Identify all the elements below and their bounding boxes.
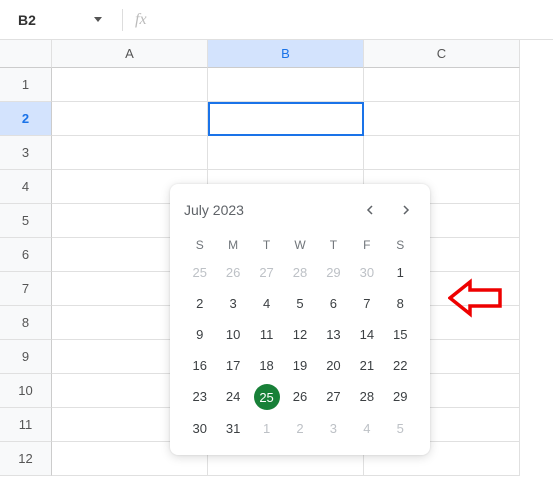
arrow-left-icon <box>448 276 508 320</box>
date-picker-day[interactable]: 22 <box>385 351 416 380</box>
cell[interactable] <box>364 68 520 102</box>
date-picker-title: July 2023 <box>184 202 244 218</box>
row-header[interactable]: 5 <box>0 204 52 238</box>
cell[interactable] <box>52 68 208 102</box>
row-header[interactable]: 2 <box>0 102 52 136</box>
date-picker-day[interactable]: 18 <box>251 351 282 380</box>
date-picker-day[interactable]: 2 <box>284 414 315 443</box>
cell[interactable] <box>364 102 520 136</box>
date-picker-day[interactable]: 25 <box>184 258 215 287</box>
date-picker-grid: SMTWTFS252627282930123456789101112131415… <box>184 234 416 443</box>
date-picker-day[interactable]: 5 <box>284 289 315 318</box>
column-header[interactable]: C <box>364 40 520 68</box>
grid-row: 2 <box>0 102 553 136</box>
row-header[interactable]: 7 <box>0 272 52 306</box>
date-picker-day[interactable]: 21 <box>351 351 382 380</box>
date-picker-day[interactable]: 10 <box>217 320 248 349</box>
day-of-week-label: M <box>217 234 248 256</box>
cell[interactable] <box>208 136 364 170</box>
column-header[interactable]: A <box>52 40 208 68</box>
date-picker-day[interactable]: 13 <box>318 320 349 349</box>
date-picker-day[interactable]: 31 <box>217 414 248 443</box>
date-picker-day[interactable]: 30 <box>351 258 382 287</box>
row-header[interactable]: 8 <box>0 306 52 340</box>
select-all-corner[interactable] <box>0 40 52 68</box>
date-picker: July 2023 SMTWTFS25262728293012345678910… <box>170 184 430 455</box>
day-of-week-label: S <box>385 234 416 256</box>
next-month-button[interactable] <box>396 200 416 220</box>
cell-reference-box[interactable]: B2 <box>10 8 110 32</box>
formula-toolbar: B2 fx <box>0 0 553 40</box>
row-header[interactable]: 1 <box>0 68 52 102</box>
day-of-week-label: W <box>284 234 315 256</box>
date-picker-day[interactable]: 8 <box>385 289 416 318</box>
day-of-week-label: T <box>251 234 282 256</box>
date-picker-day[interactable]: 1 <box>385 258 416 287</box>
day-of-week-label: F <box>351 234 382 256</box>
date-picker-day[interactable]: 26 <box>217 258 248 287</box>
row-header[interactable]: 4 <box>0 170 52 204</box>
date-picker-day[interactable]: 28 <box>284 258 315 287</box>
day-of-week-label: S <box>184 234 215 256</box>
date-picker-day[interactable]: 4 <box>251 289 282 318</box>
date-picker-day[interactable]: 4 <box>351 414 382 443</box>
date-picker-day[interactable]: 26 <box>284 382 315 412</box>
cell[interactable] <box>52 102 208 136</box>
date-picker-day[interactable]: 24 <box>217 382 248 412</box>
date-picker-day[interactable]: 28 <box>351 382 382 412</box>
date-picker-day[interactable]: 6 <box>318 289 349 318</box>
date-picker-day[interactable]: 11 <box>251 320 282 349</box>
date-picker-day[interactable]: 12 <box>284 320 315 349</box>
day-of-week-label: T <box>318 234 349 256</box>
date-picker-day-today[interactable]: 25 <box>254 384 280 410</box>
grid-row: 1 <box>0 68 553 102</box>
date-picker-day[interactable]: 20 <box>318 351 349 380</box>
row-header[interactable]: 12 <box>0 442 52 476</box>
cell[interactable] <box>208 68 364 102</box>
cell[interactable] <box>52 136 208 170</box>
chevron-down-icon[interactable] <box>94 17 102 22</box>
divider <box>122 9 123 31</box>
date-picker-day[interactable]: 7 <box>351 289 382 318</box>
date-picker-nav <box>360 200 416 220</box>
row-header[interactable]: 11 <box>0 408 52 442</box>
column-header[interactable]: B <box>208 40 364 68</box>
row-header[interactable]: 9 <box>0 340 52 374</box>
date-picker-day[interactable]: 19 <box>284 351 315 380</box>
date-picker-day[interactable]: 3 <box>217 289 248 318</box>
selected-cell[interactable] <box>208 102 364 136</box>
date-picker-day[interactable]: 3 <box>318 414 349 443</box>
date-picker-day[interactable]: 30 <box>184 414 215 443</box>
date-picker-day[interactable]: 27 <box>318 382 349 412</box>
cell[interactable] <box>364 136 520 170</box>
date-picker-day[interactable]: 29 <box>318 258 349 287</box>
date-picker-day[interactable]: 1 <box>251 414 282 443</box>
chevron-left-icon <box>365 205 375 215</box>
date-picker-day[interactable]: 17 <box>217 351 248 380</box>
row-header[interactable]: 6 <box>0 238 52 272</box>
column-headers: ABC <box>0 40 553 68</box>
annotation-arrow <box>448 276 508 325</box>
row-header[interactable]: 10 <box>0 374 52 408</box>
date-picker-day[interactable]: 29 <box>385 382 416 412</box>
date-picker-day[interactable]: 27 <box>251 258 282 287</box>
fx-icon[interactable]: fx <box>135 11 147 29</box>
date-picker-day[interactable]: 14 <box>351 320 382 349</box>
prev-month-button[interactable] <box>360 200 380 220</box>
date-picker-day[interactable]: 16 <box>184 351 215 380</box>
row-header[interactable]: 3 <box>0 136 52 170</box>
cell-reference: B2 <box>18 12 36 28</box>
date-picker-day[interactable]: 15 <box>385 320 416 349</box>
date-picker-day[interactable]: 2 <box>184 289 215 318</box>
date-picker-header: July 2023 <box>184 200 416 220</box>
date-picker-day[interactable]: 9 <box>184 320 215 349</box>
date-picker-day[interactable]: 5 <box>385 414 416 443</box>
chevron-right-icon <box>401 205 411 215</box>
grid-row: 3 <box>0 136 553 170</box>
date-picker-day[interactable]: 23 <box>184 382 215 412</box>
